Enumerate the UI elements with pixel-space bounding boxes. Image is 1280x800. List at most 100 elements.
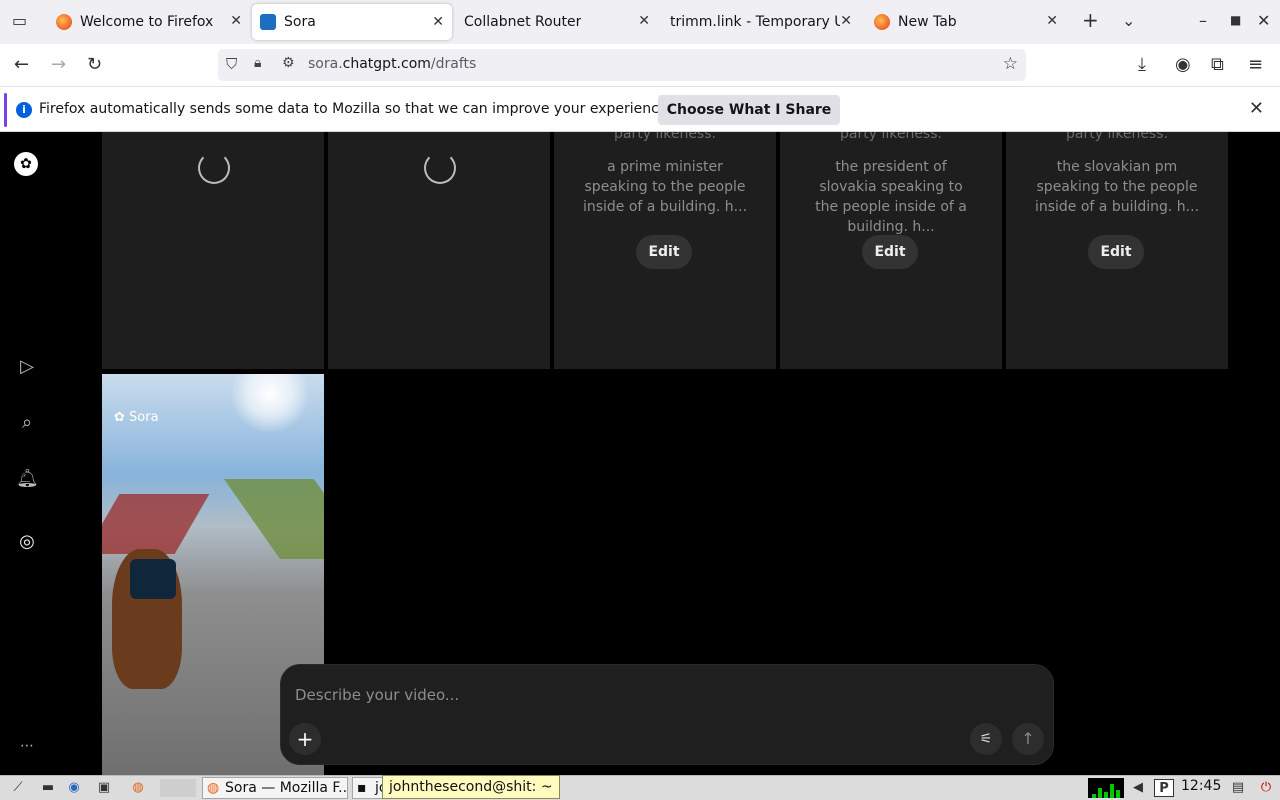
close-window-icon[interactable]: ✕ [1257, 11, 1270, 30]
power-icon[interactable]: ⏻ [1256, 779, 1276, 797]
firefox-icon [874, 14, 890, 30]
tab-collabnet-router[interactable]: Collabnet Router ✕ [454, 0, 658, 44]
taskbar: ⟋ ▬ ◉ ▣ ◍ ◍ Sora — Mozilla F... ▪ jo ◀ P… [0, 775, 1280, 800]
sora-app: ✿ ▷ ⌕ 🔔︎ ◎ ⋯ party likeness. a prime min… [0, 132, 1280, 775]
url-text[interactable]: sora.chatgpt.com/drafts [308, 56, 476, 72]
loading-spinner-icon [198, 152, 230, 184]
sora-icon [260, 14, 276, 30]
tab-title: Welcome to Firefox [80, 14, 214, 30]
info-icon: i [16, 102, 32, 118]
draft-card-loading[interactable] [328, 132, 550, 369]
video-icon[interactable]: ▷ [16, 356, 38, 378]
firefox-icon: ◍ [207, 780, 220, 796]
clipboard-icon[interactable]: P [1154, 779, 1174, 797]
new-tab-button[interactable]: + [1082, 8, 1099, 32]
sora-logo-icon[interactable]: ✿ [14, 152, 38, 176]
bookmark-star-icon[interactable]: ☆ [1003, 54, 1018, 74]
draft-prompt: the slovakian pm speaking to the people … [1034, 159, 1200, 215]
draft-card[interactable]: party likeness. the president of slovaki… [780, 132, 1002, 369]
tab-list-button[interactable]: ⌄ [1122, 11, 1135, 30]
close-icon[interactable]: ✕ [432, 14, 444, 30]
firefox-launcher-icon[interactable]: ◍ [128, 779, 148, 797]
draft-prompt: a prime minister speaking to the people … [582, 159, 748, 215]
extensions-icon[interactable]: ⧉ [1211, 54, 1224, 75]
lock-icon[interactable]: 🔒︎ [254, 55, 261, 71]
start-menu-icon[interactable]: ⟋ [8, 779, 28, 797]
maximize-icon[interactable]: ■ [1230, 13, 1241, 27]
draft-text-clipped: party likeness. [1066, 132, 1168, 142]
tab-title: Collabnet Router [464, 14, 582, 30]
notification-accent [4, 93, 7, 127]
tab-trimm-link[interactable]: trimm.link - Temporary U ✕ [660, 0, 860, 44]
taskbar-firefox-window[interactable]: ◍ Sora — Mozilla F... [202, 777, 348, 799]
profile-icon[interactable]: ◎ [16, 531, 38, 553]
terminal-icon: ▪ [357, 780, 367, 796]
video-track [102, 494, 210, 554]
downloads-icon[interactable]: ⤓ [1138, 54, 1146, 75]
close-icon[interactable]: ✕ [1249, 98, 1264, 119]
draft-card[interactable]: party likeness. a prime minister speakin… [554, 132, 776, 369]
url-path: /drafts [430, 56, 477, 72]
show-desktop-icon[interactable]: ▬ [38, 779, 58, 797]
add-button[interactable]: + [289, 723, 321, 755]
tab-overview-icon[interactable]: ▭ [12, 11, 27, 30]
tab-title: New Tab [898, 14, 957, 30]
url-subdomain: sora. [308, 56, 343, 72]
edit-button[interactable]: Edit [1088, 235, 1144, 269]
notification-text: Firefox automatically sends some data to… [39, 101, 672, 117]
sora-watermark-icon: ✿ [114, 410, 130, 425]
back-icon[interactable]: ← [14, 54, 29, 75]
file-manager-icon[interactable]: ▣ [94, 779, 114, 797]
draft-text-clipped: party likeness. [840, 132, 942, 142]
sora-watermark: ✿ Sora [114, 410, 159, 425]
monitor-icon[interactable]: ▤ [1228, 779, 1248, 797]
video-sun [230, 374, 310, 434]
tab-welcome-firefox[interactable]: Welcome to Firefox ✕ [46, 0, 250, 44]
url-host: chatgpt.com [342, 56, 431, 72]
close-icon[interactable]: ✕ [230, 13, 242, 29]
loading-spinner-icon [424, 152, 456, 184]
permissions-icon[interactable]: ⚙ [282, 55, 295, 71]
draft-card[interactable]: party likeness. the slovakian pm speakin… [1006, 132, 1228, 369]
clock[interactable]: 12:45 [1181, 778, 1221, 794]
describe-video-input[interactable]: Describe your video... [295, 686, 459, 704]
volume-icon[interactable]: ◀ [1128, 779, 1148, 797]
menu-icon[interactable]: ≡ [1248, 54, 1263, 75]
edit-button[interactable]: Edit [636, 235, 692, 269]
workspace-button[interactable] [160, 779, 196, 797]
choose-what-i-share-button[interactable]: Choose What I Share [658, 95, 840, 125]
terminal-tooltip: johnthesecond@shit: ~ [382, 775, 560, 799]
cpu-monitor [1088, 778, 1124, 798]
forward-icon[interactable]: → [51, 54, 66, 75]
close-icon[interactable]: ✕ [1046, 13, 1058, 29]
firefox-icon [56, 14, 72, 30]
close-icon[interactable]: ✕ [840, 13, 852, 29]
draft-prompt: the president of slovakia speaking to th… [815, 159, 967, 235]
draft-card-loading[interactable] [102, 132, 324, 369]
video-grass [223, 479, 324, 559]
minimize-icon[interactable]: – [1199, 11, 1207, 30]
prompt-composer[interactable]: Describe your video... + ⚟ ↑ [280, 664, 1054, 765]
more-icon[interactable]: ⋯ [16, 735, 38, 757]
draft-text-clipped: party likeness. [614, 132, 716, 142]
close-icon[interactable]: ✕ [638, 13, 650, 29]
url-bar[interactable]: ⛉ 🔒︎ ⚙ sora.chatgpt.com/drafts ☆ [218, 49, 1026, 81]
bell-icon[interactable]: 🔔︎ [16, 468, 39, 490]
notification-bar: i Firefox automatically sends some data … [0, 86, 1280, 132]
task-title: Sora — Mozilla F... [225, 780, 348, 796]
taskbar-terminal-window[interactable]: ▪ jo [352, 777, 384, 799]
settings-sliders-icon[interactable]: ⚟ [970, 723, 1002, 755]
shield-icon[interactable]: ⛉ [226, 55, 237, 73]
tab-bar: ▭ Welcome to Firefox ✕ Sora ✕ Collabnet … [0, 0, 1280, 44]
account-icon[interactable]: ◉ [1175, 54, 1191, 75]
edit-button[interactable]: Edit [862, 235, 918, 269]
tab-title: Sora [284, 14, 316, 30]
browser-launcher-icon[interactable]: ◉ [64, 779, 84, 797]
reload-icon[interactable]: ↻ [87, 54, 102, 75]
tab-sora[interactable]: Sora ✕ [252, 4, 452, 40]
send-arrow-icon[interactable]: ↑ [1012, 723, 1044, 755]
search-icon[interactable]: ⌕ [16, 412, 38, 434]
navigation-bar: ← → ↻ ⛉ 🔒︎ ⚙ sora.chatgpt.com/drafts ☆ ⤓… [0, 44, 1280, 86]
tab-title: trimm.link - Temporary U [670, 14, 840, 30]
tab-new-tab[interactable]: New Tab ✕ [864, 0, 1066, 44]
